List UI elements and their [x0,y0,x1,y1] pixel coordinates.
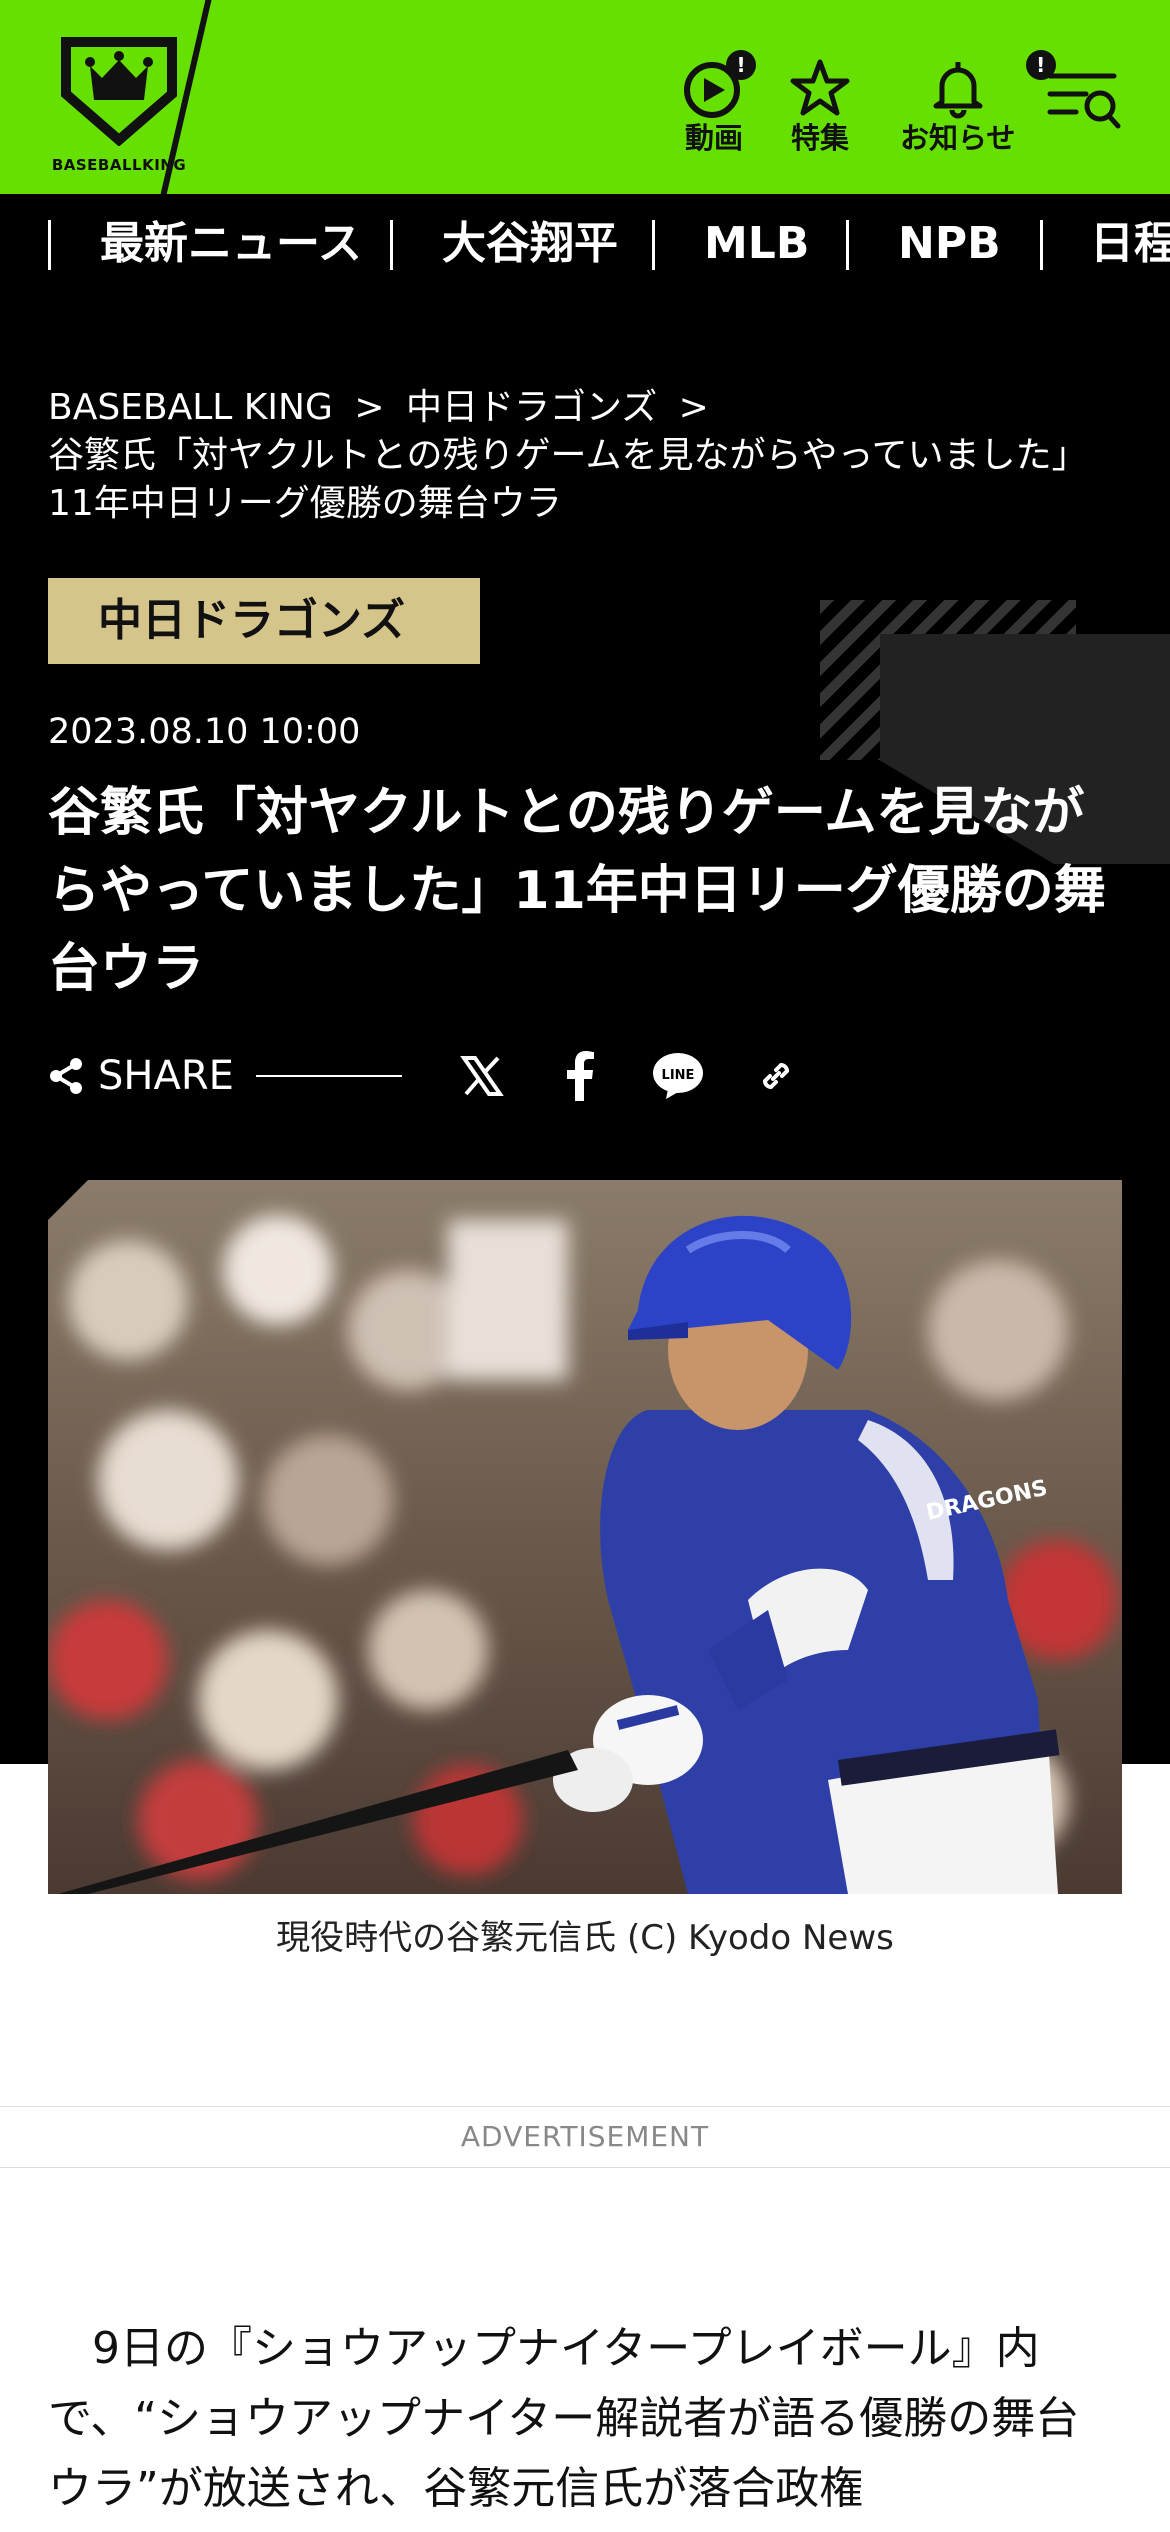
tab-npb[interactable]: NPB [898,194,1001,294]
share-x-button[interactable] [452,1046,512,1106]
crown-shield-icon [61,37,177,146]
advertisement-label: ADVERTISEMENT [0,2106,1170,2168]
breadcrumb-separator: > [354,387,385,428]
share-line-button[interactable]: LINE [648,1046,708,1106]
tab-ohtani[interactable]: 大谷翔平 [442,194,618,294]
tab-latest-news[interactable]: 最新ニュース [100,194,362,294]
site-logo[interactable]: BASEBALLKING [44,36,194,176]
site-header: BASEBALLKING ! 動画 特集 ! お知らせ [0,0,1170,194]
tab-schedule[interactable]: 日程 [1090,194,1170,294]
bell-icon [933,62,983,119]
nav-separator [48,220,51,270]
share-icon [50,1058,82,1094]
x-icon [460,1056,504,1096]
nav-feature[interactable]: 特集 [788,56,852,156]
breadcrumb-separator: > [678,387,709,428]
star-icon [790,59,850,116]
category-nav: 最新ニュース 大谷翔平 MLB NPB 日程 [0,194,1170,294]
facebook-icon [566,1051,594,1101]
nav-separator [846,220,849,270]
breadcrumb: BASEBALL KING > 中日ドラゴンズ > 谷繁氏「対ヤクルトとの残りゲ… [48,384,1128,528]
share-label: SHARE [98,1053,234,1099]
line-icon: LINE [652,1053,703,1099]
breadcrumb-current: 谷繁氏「対ヤクルトとの残りゲームを見ながらやっていました」11年中日リーグ優勝の… [48,435,1088,524]
nav-separator [1040,220,1043,270]
nav-feature-label: 特集 [790,121,849,155]
breadcrumb-home[interactable]: BASEBALL KING [48,387,333,428]
baseball-player-photo: DRAGONS [48,1180,1122,1894]
nav-separator [652,220,655,270]
video-badge: ! [726,50,756,80]
menu-button[interactable] [1046,68,1122,134]
breadcrumb-category[interactable]: 中日ドラゴンズ [406,387,657,428]
share-facebook-button[interactable] [550,1046,610,1106]
article-date: 2023.08.10 10:00 [48,712,361,752]
line-logo-text: LINE [661,1068,694,1083]
nav-separator [390,220,393,270]
article-title: 谷繁氏「対ヤクルトとの残りゲームを見ながらやっていました」11年中日リーグ優勝の… [48,783,1106,999]
nav-notice[interactable]: ! お知らせ [900,50,1056,156]
menu-search-icon [1047,73,1121,129]
copy-link-button[interactable] [746,1046,806,1106]
category-badge[interactable]: 中日ドラゴンズ [48,578,480,664]
link-icon [762,1062,789,1090]
share-bar: SHARE LINE [48,1046,806,1106]
tab-mlb[interactable]: MLB [704,194,809,294]
logo-text: BASEBALLKING [51,156,187,174]
nav-notice-label: お知らせ [900,121,1016,155]
share-divider [255,1075,402,1077]
nav-video-label: 動画 [684,121,743,155]
article-body: 9日の『ショウアップナイタープレイボール』内で、“ショウアップナイター解説者が語… [48,2323,1080,2514]
nav-video[interactable]: ! 動画 [682,50,756,156]
article-photo: DRAGONS [48,1180,1122,1894]
photo-caption: 現役時代の谷繁元信氏 (C) Kyodo News [276,1918,894,1958]
